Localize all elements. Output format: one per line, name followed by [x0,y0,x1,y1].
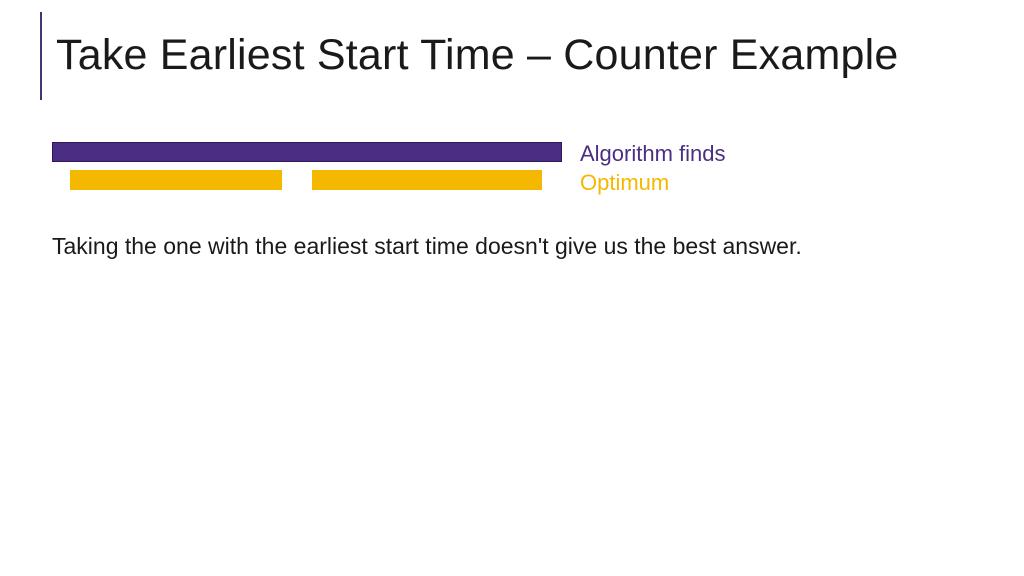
legend-algorithm-label: Algorithm finds [580,140,726,169]
legend: Algorithm finds Optimum [580,140,726,197]
interval-bar-algorithm [52,142,562,162]
interval-bar-optimum-1 [70,170,282,190]
slide-title: Take Earliest Start Time – Counter Examp… [56,12,898,82]
legend-optimum-label: Optimum [580,169,726,198]
title-accent-rule [40,12,42,100]
slide-body-text: Taking the one with the earliest start t… [52,232,872,261]
title-area: Take Earliest Start Time – Counter Examp… [40,12,898,100]
interval-bar-optimum-2 [312,170,542,190]
